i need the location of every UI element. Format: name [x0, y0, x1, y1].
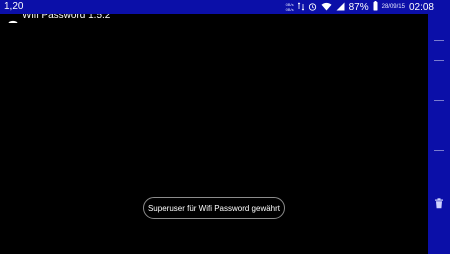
alarm-icon: [308, 2, 317, 13]
app-title-bar: Wifi Password 1.5.2: [8, 14, 110, 23]
side-panel-divider: [434, 60, 444, 61]
network-speed: 0B/s 0B/s: [286, 2, 294, 12]
status-date: 28/09/15: [381, 4, 405, 10]
battery-icon: [373, 1, 378, 13]
side-panel-divider: [434, 100, 444, 101]
data-transfer-icon: [297, 1, 304, 13]
side-panel-divider: [434, 40, 444, 41]
side-panel-divider: [434, 150, 444, 151]
status-left-text: 1,20: [4, 1, 24, 12]
trash-icon[interactable]: [434, 196, 444, 214]
wifi-app-icon: [8, 15, 18, 23]
side-panel: [428, 14, 450, 254]
wifi-icon: [321, 2, 332, 13]
status-time: 02:08: [408, 1, 434, 13]
app-title: Wifi Password 1.5.2: [22, 14, 111, 21]
status-bar: 1,20 0B/s 0B/s 87% 28/09/15 02:08: [0, 0, 450, 14]
toast-message: Superuser für Wifi Password gewährt: [143, 197, 285, 219]
status-icons: 0B/s 0B/s 87% 28/09/15 02:08: [286, 1, 434, 13]
battery-percent: 87%: [348, 1, 369, 13]
net-down-text: 0B/s: [285, 7, 294, 12]
signal-icon: [336, 2, 345, 13]
